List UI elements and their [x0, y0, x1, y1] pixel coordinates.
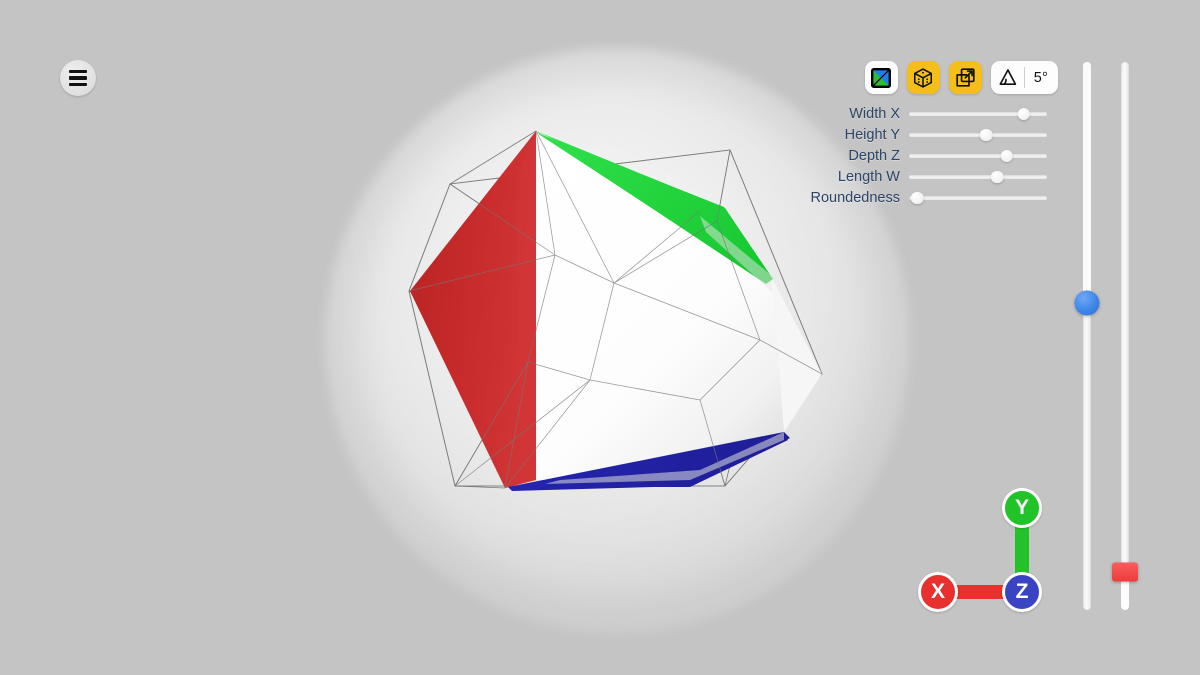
- axis-node-y[interactable]: Y: [1002, 488, 1042, 528]
- slider-fill: [1083, 62, 1091, 304]
- param-slider-depth-z[interactable]: [909, 149, 1047, 163]
- slider-thumb[interactable]: [980, 128, 993, 142]
- axis-node-z[interactable]: Z: [1002, 572, 1042, 612]
- hamburger-icon-bar: [69, 82, 87, 87]
- param-label-length-w: Length W: [837, 169, 900, 185]
- zoom-slider[interactable]: [1112, 62, 1138, 610]
- cube-view-button[interactable]: [906, 61, 940, 94]
- param-label-height-y: Height Y: [844, 127, 900, 143]
- top-toolbar: 5°: [864, 61, 1058, 94]
- expand-view-button[interactable]: [948, 61, 982, 94]
- param-slider-roundedness[interactable]: [909, 191, 1047, 205]
- solid-body: [410, 131, 822, 491]
- param-label-depth-z: Depth Z: [848, 148, 900, 164]
- param-slider-width-x[interactable]: [909, 107, 1047, 121]
- param-slider-length-w[interactable]: [909, 170, 1047, 184]
- param-slider-height-y[interactable]: [909, 128, 1047, 142]
- dice-cube-icon: [914, 67, 933, 88]
- slider-thumb[interactable]: [1017, 107, 1030, 121]
- angle-snap-control[interactable]: 5°: [990, 61, 1058, 94]
- parameter-panel: Width X Height Y Depth Z Length W Rounde…: [810, 106, 1047, 206]
- slider-thumb[interactable]: [1000, 149, 1014, 163]
- axis-node-x[interactable]: X: [918, 572, 958, 612]
- slider-rail: [909, 154, 1047, 158]
- expand-arrow-icon: [956, 68, 975, 87]
- hamburger-icon-bar: [69, 69, 87, 74]
- slider-rail: [909, 133, 1047, 137]
- param-row-width-x: Width X: [811, 106, 1047, 122]
- hamburger-icon-bar: [69, 76, 87, 80]
- axis-label-z: Z: [1015, 580, 1029, 603]
- param-label-width-x: Width X: [849, 106, 900, 122]
- rotation-slider[interactable]: [1074, 62, 1100, 610]
- rotation-slider-thumb[interactable]: [1074, 290, 1100, 316]
- slider-rail: [909, 196, 1047, 200]
- axis-gizmo[interactable]: Y X Z: [912, 484, 1048, 620]
- slider-rail: [1121, 62, 1129, 610]
- shading-mode-button[interactable]: [864, 61, 898, 94]
- axis-label-y: Y: [1014, 496, 1029, 519]
- param-label-roundedness: Roundedness: [810, 190, 901, 206]
- param-row-height-y: Height Y: [811, 127, 1047, 143]
- menu-button[interactable]: [60, 60, 96, 96]
- split-square-blue-green-icon: [871, 67, 892, 88]
- zoom-slider-thumb[interactable]: [1112, 562, 1138, 582]
- slider-thumb[interactable]: [911, 191, 924, 205]
- axis-label-x: X: [930, 580, 945, 603]
- angle-icon: [991, 61, 1024, 94]
- param-row-roundedness: Roundedness: [810, 190, 1047, 206]
- param-row-depth-z: Depth Z: [811, 148, 1047, 164]
- angle-value: 5°: [1033, 69, 1048, 86]
- param-row-length-w: Length W: [811, 169, 1047, 185]
- slider-rail: [909, 175, 1047, 179]
- slider-thumb[interactable]: [991, 170, 1004, 184]
